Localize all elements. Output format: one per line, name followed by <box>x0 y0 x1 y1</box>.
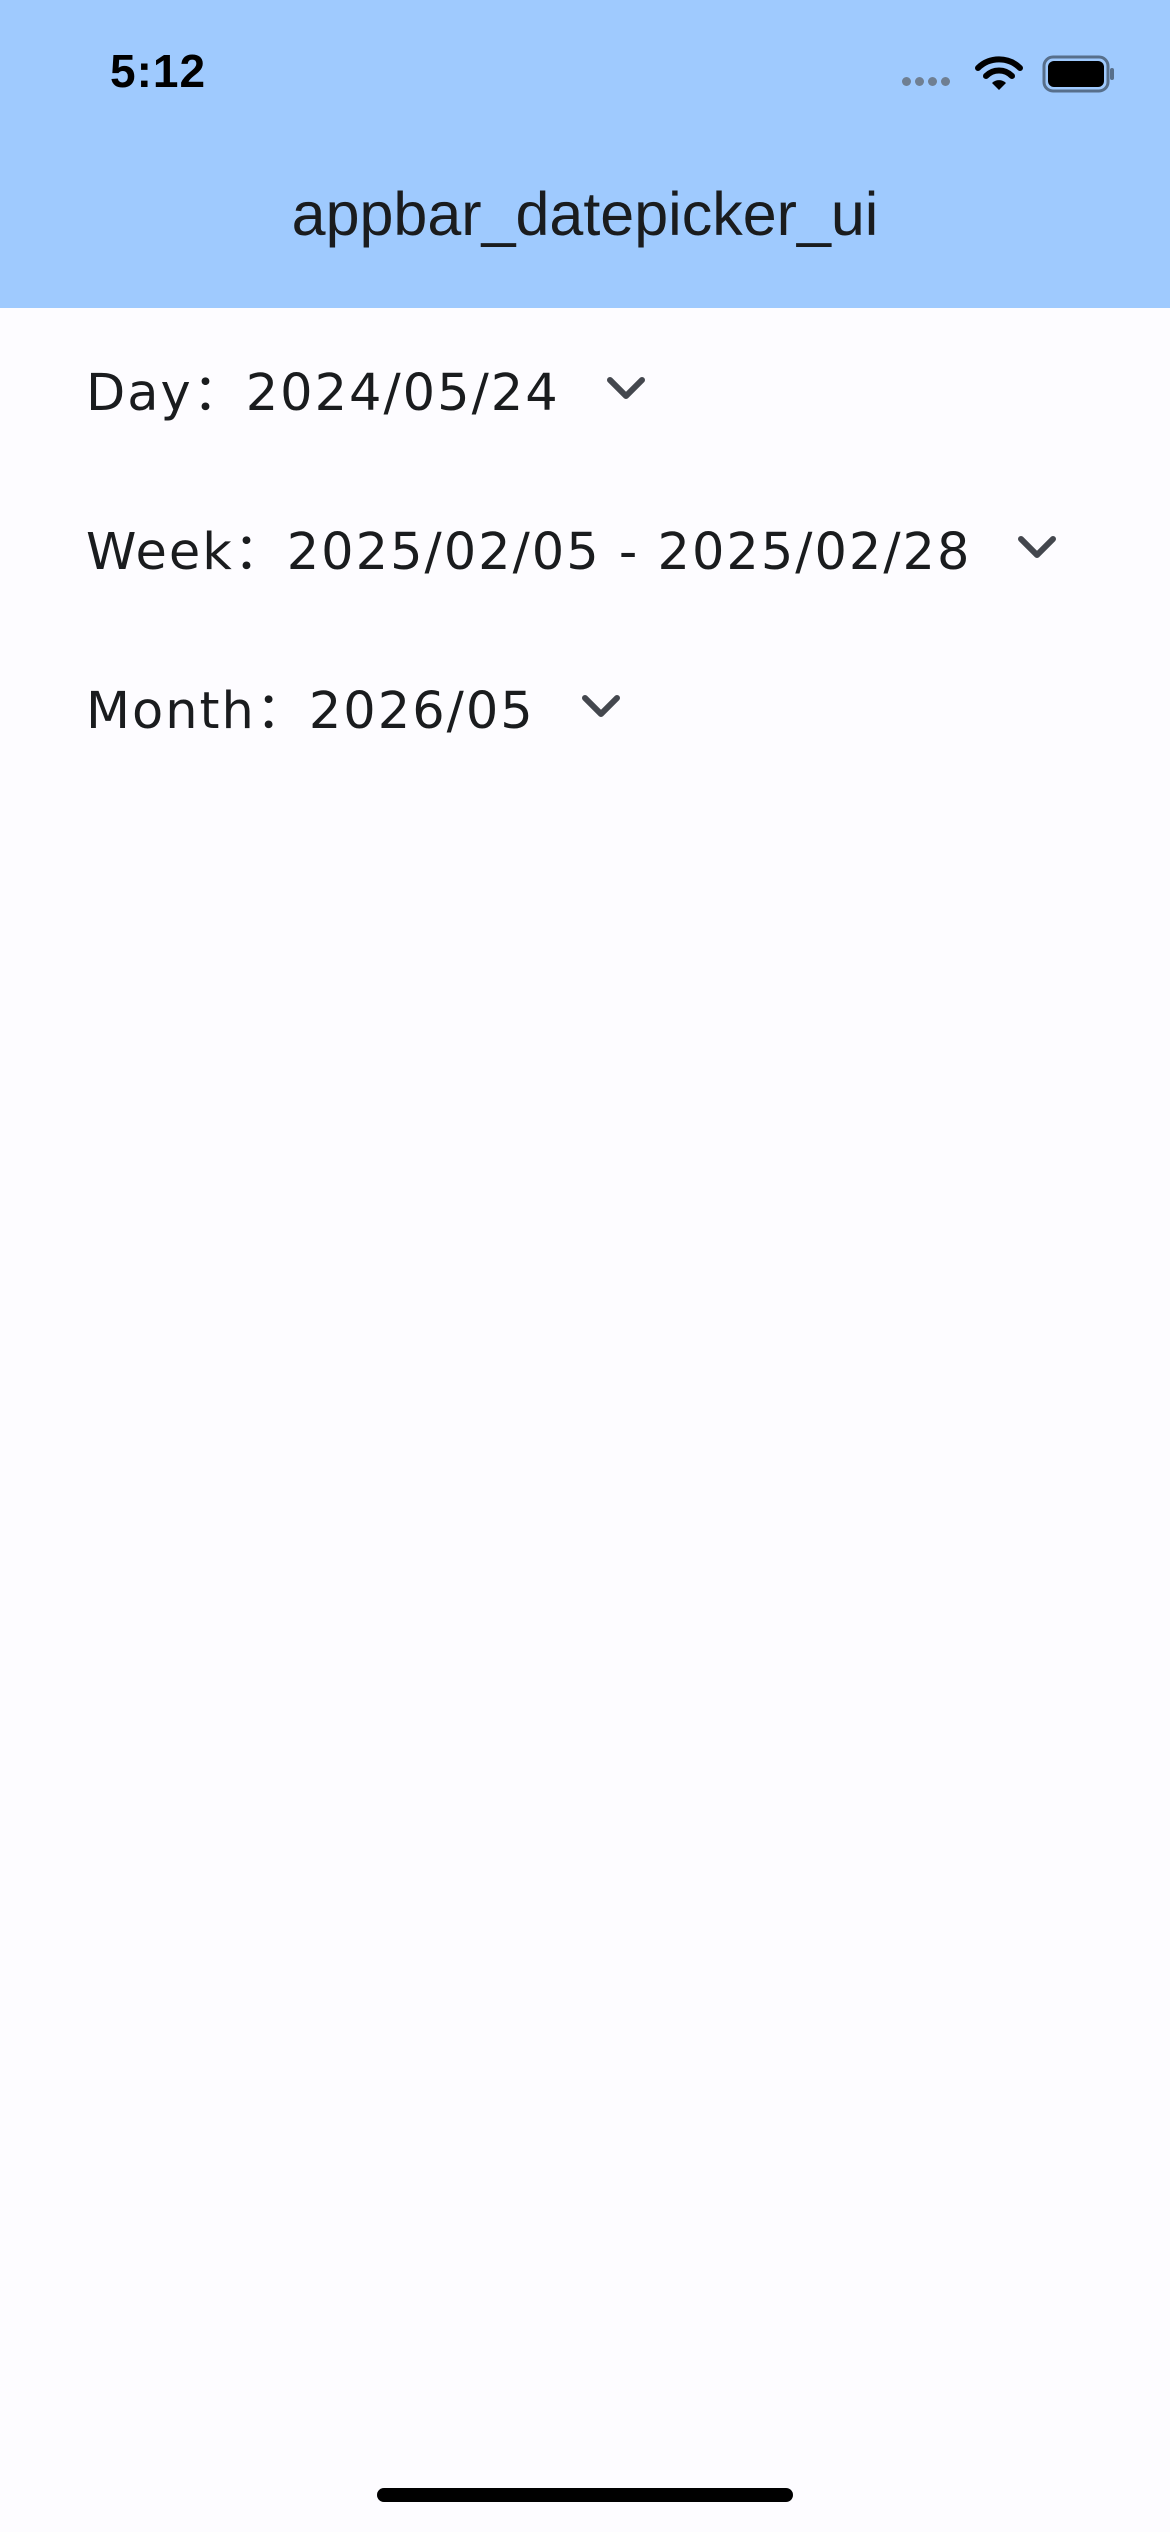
wifi-icon <box>975 56 1023 90</box>
day-picker-label: Day：2024/05/24 <box>86 364 560 423</box>
page-title: appbar_datepicker_ui <box>291 180 879 248</box>
day-picker[interactable]: Day：2024/05/24 <box>86 348 648 428</box>
chevron-down-icon[interactable] <box>1015 525 1059 569</box>
month-picker-label: Month：2026/05 <box>86 682 535 741</box>
home-indicator[interactable] <box>377 2488 793 2502</box>
signal-icon <box>900 52 956 96</box>
week-picker-label: Week：2025/02/05 - 2025/02/28 <box>86 523 972 582</box>
status-time: 5:12 <box>110 45 207 97</box>
app-bar: 5:12 appbar_datepicker_ui <box>0 0 1170 308</box>
chevron-down-icon[interactable] <box>579 684 623 728</box>
status-icons <box>900 52 1116 96</box>
battery-icon <box>1042 55 1114 93</box>
chevron-down-icon[interactable] <box>604 366 648 410</box>
week-picker[interactable]: Week：2025/02/05 - 2025/02/28 <box>86 507 1059 587</box>
month-picker[interactable]: Month：2026/05 <box>86 666 623 746</box>
